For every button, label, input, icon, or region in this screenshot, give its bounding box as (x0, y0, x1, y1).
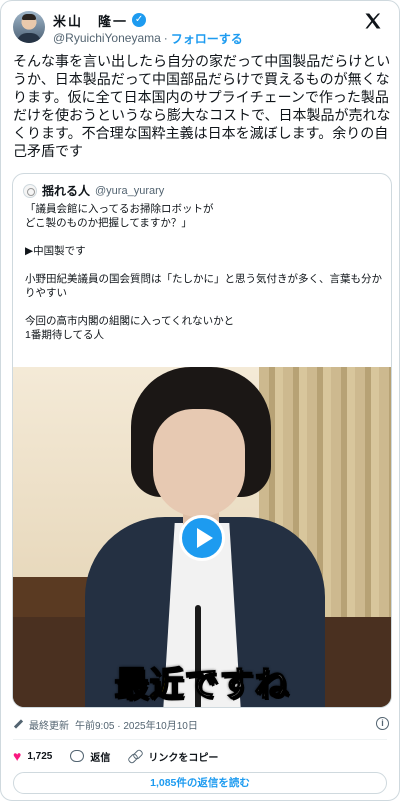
handle-separator: · (163, 31, 168, 45)
link-icon (128, 750, 142, 762)
avatar-hair (22, 14, 36, 20)
author-name-row: 米山 隆一 ✓ (53, 11, 243, 29)
edit-pencil-icon (13, 719, 23, 729)
video-player[interactable]: 最近ですね (13, 367, 391, 707)
post-timestamp[interactable]: 午前9:05 · 2025年10月10日 (75, 717, 198, 732)
reply-icon (70, 750, 85, 762)
author-names: 米山 隆一 ✓ @RyuichiYoneyama · フォローする (53, 11, 243, 47)
speaker-face (153, 409, 245, 517)
post-body-text: そんな事を言い出したら自分の家だって中国製品だらけというか、日本製品だって中国部… (13, 53, 391, 159)
author-handle[interactable]: @RyuichiYoneyama (53, 31, 161, 45)
avatar-suit (17, 33, 41, 43)
author-name[interactable]: 米山 隆一 (53, 11, 128, 30)
author-avatar[interactable] (13, 11, 45, 43)
info-icon[interactable]: i (376, 717, 389, 730)
quoted-post[interactable]: 揺れる人 @yura_yurary 「議員会館に入ってるお掃除ロボットが どこ製… (12, 173, 392, 708)
post-header: 米山 隆一 ✓ @RyuichiYoneyama · フォローする (13, 11, 387, 51)
video-subtitle-highlight: 最近 (114, 664, 185, 706)
video-subtitle: 最近ですね (13, 657, 391, 706)
quoted-author-avatar (23, 183, 37, 198)
verified-badge-icon: ✓ (132, 13, 147, 27)
follow-button[interactable]: フォローする (171, 30, 243, 47)
author-handle-row: @RyuichiYoneyama · フォローする (53, 29, 243, 47)
play-icon[interactable] (179, 515, 225, 561)
post-meta: 最終更新 午前9:05 · 2025年10月10日 i (13, 716, 389, 732)
divider (13, 739, 387, 740)
quoted-author-name: 揺れる人 (42, 184, 91, 198)
quoted-post-text: 「議員会館に入ってるお掃除ロボットが どこ製のものか把握してますか？」 ▶中国製… (25, 203, 382, 341)
video-subtitle-rest: ですね (184, 664, 290, 706)
heart-icon: ♥ (13, 748, 22, 764)
reply-label: 返信 (90, 752, 111, 764)
post-card: 米山 隆一 ✓ @RyuichiYoneyama · フォローする そんな事を言… (0, 0, 400, 801)
copy-link-label: リンクをコピー (148, 752, 219, 764)
quoted-author-handle: @yura_yurary (95, 184, 165, 197)
edited-label[interactable]: 最終更新 (29, 717, 69, 732)
action-bar: ♥ 1,725 返信 リンクをコピー (13, 747, 236, 765)
x-logo-icon[interactable] (363, 11, 383, 31)
reply-button[interactable]: 返信 (70, 749, 110, 764)
read-replies-button[interactable]: 1,085件の返信を読む (13, 772, 387, 794)
copy-link-button[interactable]: リンクをコピー (128, 749, 218, 764)
like-count: 1,725 (27, 750, 53, 762)
quoted-post-header: 揺れる人 @yura_yurary (23, 182, 164, 199)
like-button[interactable]: ♥ 1,725 (13, 749, 52, 763)
